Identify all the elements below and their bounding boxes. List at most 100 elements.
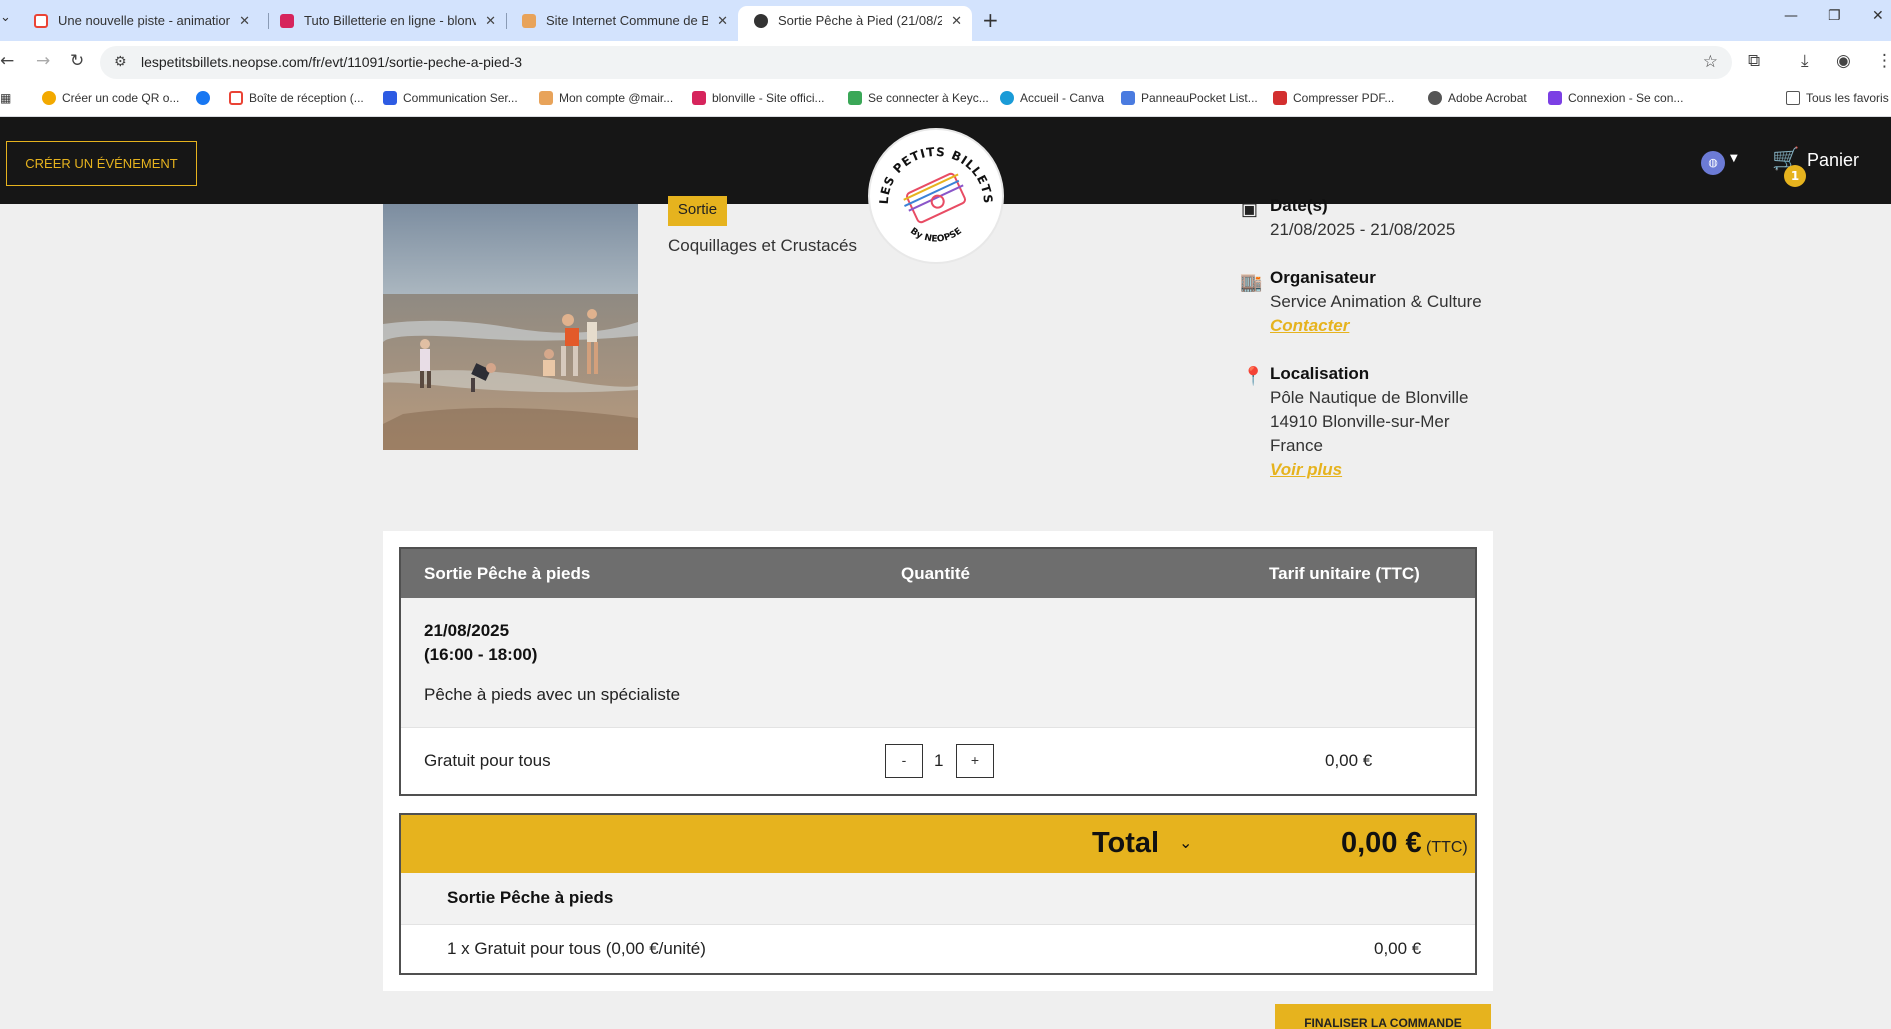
col-quantity: Quantité (901, 564, 970, 583)
increment-button[interactable]: + (956, 744, 994, 778)
back-icon[interactable]: ← (0, 51, 14, 71)
tab-billetterie[interactable]: Tuto Billetterie en ligne - blonv ✕ (264, 6, 506, 41)
bookmark-canva[interactable]: Accueil - Canva (1000, 91, 1104, 105)
address-bar[interactable]: ⚙ lespetitsbillets.neopse.com/fr/evt/110… (100, 46, 1732, 79)
chevron-down-icon[interactable]: ▼ (1730, 153, 1738, 164)
bookmark-label: Mon compte @mair... (559, 91, 674, 105)
bookmark-gmail[interactable]: Boîte de réception (... (229, 91, 364, 105)
bookmark-acrobat[interactable]: Adobe Acrobat (1428, 91, 1527, 105)
tab-title: Sortie Pêche à Pied (21/08/2025 (778, 13, 942, 28)
notion-icon (522, 14, 536, 28)
bookmark-star-icon[interactable]: ☆ (1703, 52, 1718, 72)
tab-title: Site Internet Commune de Blon (546, 13, 708, 28)
decrement-button[interactable]: - (885, 744, 923, 778)
canva-icon (1000, 91, 1014, 105)
pdf24-icon (1273, 91, 1287, 105)
extensions-icon[interactable]: ⧉ (1748, 51, 1760, 71)
svg-text:By NEOPSE: By NEOPSE (908, 226, 964, 244)
profile-icon[interactable]: ◉ (1836, 51, 1851, 71)
beach-photo (383, 204, 638, 450)
bookmark-panneaupocket[interactable]: PanneauPocket List... (1121, 91, 1258, 105)
chevron-down-icon[interactable]: ⌄ (1179, 833, 1192, 853)
site-logo[interactable]: LES PETITS BILLETS By NEOPSE (868, 128, 1004, 264)
bookmark-communication[interactable]: Communication Ser... (383, 91, 518, 105)
neopse-icon (280, 14, 294, 28)
panneaupocket-icon (1121, 91, 1135, 105)
total-label: Total (1092, 827, 1160, 859)
apps-icon[interactable]: ▦ (0, 91, 11, 105)
close-window-icon[interactable]: ✕ (1872, 8, 1884, 24)
qr-generator-icon (42, 91, 56, 105)
close-icon[interactable]: ✕ (485, 6, 496, 36)
event-subcategory: Coquillages et Crustacés (668, 236, 857, 255)
calendar-icon: ▣ (1241, 199, 1259, 220)
quantity-value[interactable]: 1 (934, 751, 943, 771)
total-amount: 0,00 € (1341, 827, 1422, 859)
tab-title: Tuto Billetterie en ligne - blonv (304, 13, 476, 28)
tab-site-commune[interactable]: Site Internet Commune de Blon ✕ (506, 6, 738, 41)
location-pin-icon: 📍 (1242, 366, 1265, 387)
finalize-order-button[interactable]: FINALISER LA COMMANDE (1275, 1004, 1491, 1029)
url-text[interactable]: lespetitsbillets.neopse.com/fr/evt/11091… (141, 54, 522, 70)
new-tab-icon[interactable]: + (982, 6, 999, 34)
bookmark-connexion[interactable]: Connexion - Se con... (1548, 91, 1683, 105)
see-more-link[interactable]: Voir plus (1270, 460, 1342, 480)
bookmark-compresser[interactable]: Compresser PDF... (1273, 91, 1394, 105)
create-event-button[interactable]: CRÉER UN ÉVÉNEMENT (6, 141, 197, 186)
cart-link[interactable]: Panier (1807, 150, 1859, 171)
session-date: 21/08/2025 (424, 621, 510, 640)
keycloak-icon (848, 91, 862, 105)
col-event: Sortie Pêche à pieds (424, 564, 591, 583)
close-icon[interactable]: ✕ (951, 6, 962, 36)
acrobat-icon (1428, 91, 1442, 105)
rate-name: Gratuit pour tous (424, 751, 551, 770)
bookmark-label: Adobe Acrobat (1448, 91, 1527, 105)
gmail-icon (34, 14, 48, 28)
site-settings-icon[interactable]: ⚙ (114, 54, 127, 70)
event-photo (383, 204, 638, 450)
bookmark-blonville[interactable]: blonville - Site offici... (692, 91, 825, 105)
store-icon: 🏬 (1240, 272, 1263, 293)
bookmarks-bar: ▦ Créer un code QR o... Boîte de récepti… (0, 83, 1891, 117)
summary-line-text: 1 x Gratuit pour tous (0,00 €/unité) (447, 939, 706, 958)
bookmark-qr[interactable]: Créer un code QR o... (42, 91, 179, 105)
bookmark-label: Connexion - Se con... (1568, 91, 1684, 105)
total-header[interactable]: Total ⌄ 0,00 € (TTC) (401, 815, 1475, 873)
browser-tab-bar: ⌄ Une nouvelle piste - animations ✕ Tuto… (0, 0, 1891, 41)
bookmark-label: Accueil - Canva (1020, 91, 1105, 105)
bookmark-label: Compresser PDF... (1293, 91, 1395, 105)
ticket-card: Sortie Pêche à pieds Quantité Tarif unit… (383, 531, 1493, 991)
close-icon[interactable]: ✕ (717, 6, 728, 36)
bookmark-mon-compte[interactable]: Mon compte @mair... (539, 91, 673, 105)
session-description: Pêche à pieds avec un spécialiste (424, 685, 681, 704)
logo-text-bottom: By NEOPSE (908, 226, 964, 244)
reload-icon[interactable]: ↻ (70, 51, 84, 71)
dates-title: Date(s) (1270, 196, 1328, 215)
tab-gmail[interactable]: Une nouvelle piste - animations ✕ (18, 6, 260, 41)
download-icon[interactable]: ⤓ (1801, 51, 1809, 71)
tab-sortie-peche[interactable]: Sortie Pêche à Pied (21/08/2025 ✕ (738, 6, 972, 41)
ticket-table: Sortie Pêche à pieds Quantité Tarif unit… (399, 547, 1477, 796)
total-ttc: (TTC) (1426, 839, 1468, 856)
unit-price: 0,00 € (1325, 751, 1373, 770)
summary-title-text: Sortie Pêche à pieds (447, 888, 614, 907)
forward-icon[interactable]: → (36, 51, 50, 71)
bookmark-label: Créer un code QR o... (62, 91, 180, 105)
ticket-logo-icon: LES PETITS BILLETS By NEOPSE (877, 145, 994, 245)
contact-link[interactable]: Contacter (1270, 316, 1349, 336)
total-box: Total ⌄ 0,00 € (TTC) Sortie Pêche à pied… (399, 813, 1477, 975)
bookmark-facebook[interactable] (196, 91, 216, 105)
site-icon (754, 14, 768, 28)
summary-title: Sortie Pêche à pieds (401, 873, 1475, 925)
minimize-icon[interactable]: — (1784, 8, 1798, 24)
language-globe-icon[interactable]: ◍ (1701, 151, 1725, 175)
restore-icon[interactable]: ❐ (1828, 8, 1841, 24)
bookmark-label: Boîte de réception (... (249, 91, 364, 105)
bookmark-label: blonville - Site offici... (712, 91, 825, 105)
menu-icon[interactable]: ⋮ (1876, 51, 1891, 71)
table-row: Gratuit pour tous - 1 + 0,00 € (401, 728, 1475, 794)
close-icon[interactable]: ✕ (239, 6, 250, 36)
all-bookmarks[interactable]: Tous les favoris (1786, 91, 1889, 105)
bookmark-keycloak[interactable]: Se connecter à Keyc... (848, 91, 989, 105)
tab-search-chevron-icon[interactable]: ⌄ (0, 10, 14, 25)
